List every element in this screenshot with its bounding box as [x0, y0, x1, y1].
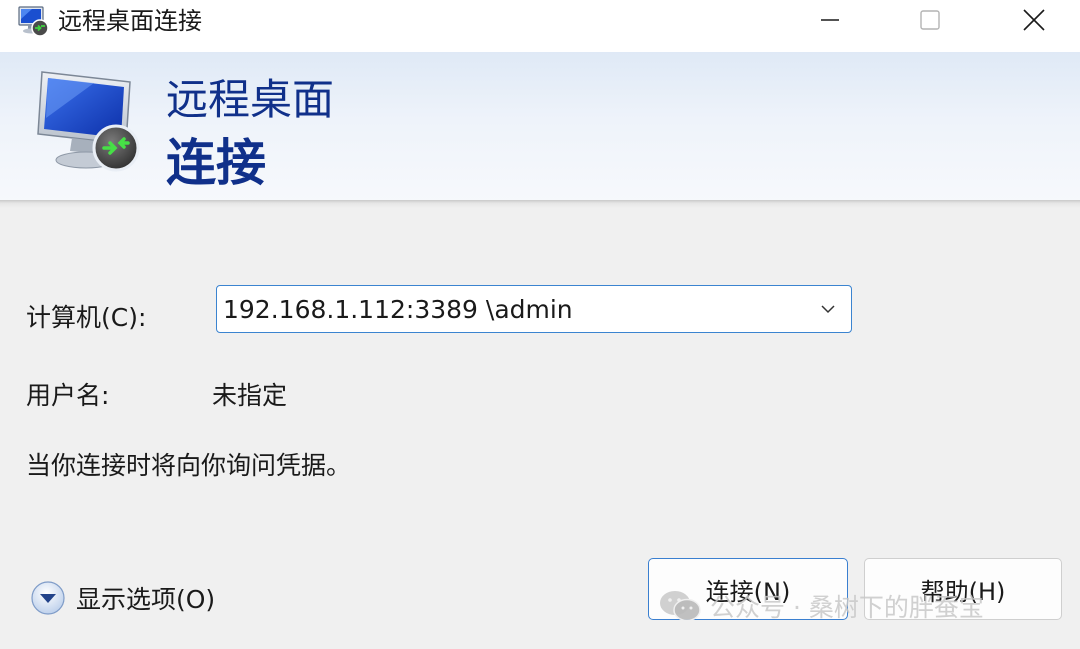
title-bar: 远程桌面连接 — [0, 0, 1080, 52]
remote-desktop-window: 远程桌面连接 远程桌面 连接 计算机(C): 192.168.1.112:338… — [0, 0, 1080, 649]
computer-dropdown-button[interactable] — [815, 296, 841, 322]
window-title: 远程桌面连接 — [58, 7, 202, 35]
computer-input[interactable] — [223, 290, 803, 328]
computer-combobox[interactable] — [216, 285, 852, 333]
banner-title-line1: 远程桌面 — [166, 75, 335, 124]
username-label: 用户名: — [26, 381, 110, 410]
monitor-connect-icon — [37, 71, 140, 172]
maximize-icon — [920, 10, 940, 30]
help-button[interactable]: 帮助(H) — [864, 558, 1062, 620]
header-banner — [0, 52, 1080, 202]
expand-circle-icon — [31, 581, 65, 615]
show-options-label: 显示选项(O) — [76, 585, 216, 614]
minimize-icon — [821, 19, 839, 21]
close-icon — [1023, 9, 1045, 31]
banner-divider — [0, 200, 1080, 208]
minimize-button[interactable] — [780, 0, 880, 40]
connect-button[interactable]: 连接(N) — [648, 558, 848, 620]
credentials-info-text: 当你连接时将向你询问凭据。 — [26, 451, 352, 480]
show-options-toggle[interactable]: 显示选项(O) — [30, 578, 215, 618]
computer-label: 计算机(C): — [26, 303, 147, 332]
banner-title-line2: 连接 — [166, 134, 266, 192]
chevron-down-icon — [821, 305, 835, 314]
username-value: 未指定 — [212, 381, 288, 410]
maximize-button[interactable] — [880, 0, 980, 40]
remote-desktop-icon — [18, 6, 49, 37]
close-button[interactable] — [984, 0, 1080, 40]
